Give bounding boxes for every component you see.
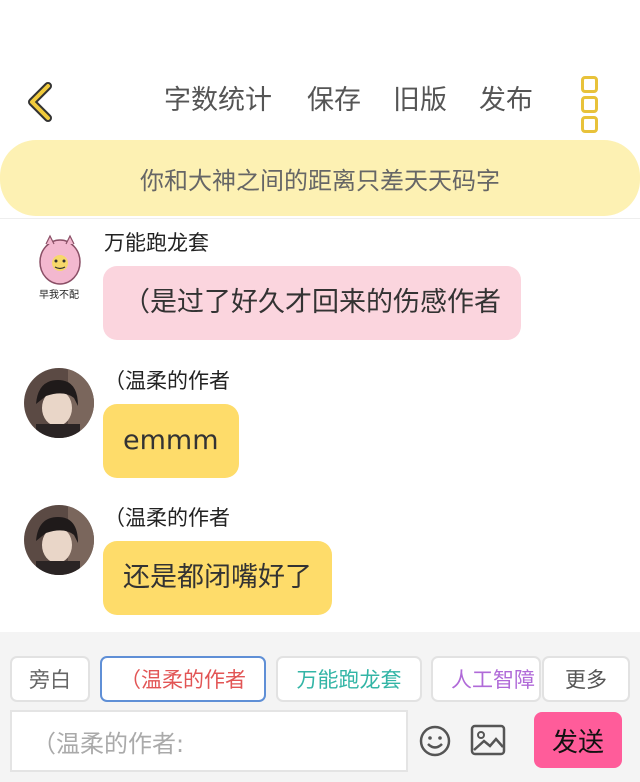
banner-text: 你和大神之间的距离只差天天码字 [140,166,500,195]
composer-panel: 旁白 （温柔的作者 万能跑龙套 人工智障 更多 （温柔的作者: 发送 [0,632,640,782]
save-button[interactable]: 保存 [307,84,361,118]
chevron-left-icon[interactable] [22,80,62,124]
avatar[interactable] [24,368,94,438]
sender-name: （温柔的作者 [104,506,230,530]
portrait-avatar-icon [24,368,94,438]
message-bubble[interactable]: emmm [103,404,239,478]
motivation-banner: 你和大神之间的距离只差天天码字 [0,140,640,216]
more-roles-button[interactable]: 更多 [542,656,630,702]
role-tab-bit-player[interactable]: 万能跑龙套 [276,656,422,702]
avatar[interactable]: 早我不配 [24,232,94,302]
message-input[interactable]: （温柔的作者: [10,710,408,772]
message-bubble[interactable]: （是过了好久才回来的伤感作者 [103,266,521,340]
send-button[interactable]: 发送 [534,712,622,768]
message-bubble[interactable]: 还是都闭嘴好了 [103,541,332,615]
avatar[interactable] [24,505,94,575]
more-options-icon[interactable] [578,76,600,133]
old-version-button[interactable]: 旧版 [393,84,447,118]
publish-button[interactable]: 发布 [479,84,533,118]
image-icon[interactable] [470,724,506,756]
divider [0,218,640,219]
pig-sticker-icon: 早我不配 [39,234,81,301]
sticker-caption: 早我不配 [39,289,79,301]
portrait-avatar-icon [24,505,94,575]
top-bar: 字数统计 保存 旧版 发布 [0,70,640,134]
role-tab-narration[interactable]: 旁白 [10,656,90,702]
role-tab-ai[interactable]: 人工智障 [431,656,541,702]
input-placeholder: （温柔的作者: [32,729,185,758]
role-tab-gentle-author[interactable]: （温柔的作者 [100,656,266,702]
word-count-button[interactable]: 字数统计 [164,84,272,118]
smiley-icon[interactable] [418,724,452,758]
sender-name: 万能跑龙套 [104,231,209,255]
sender-name: （温柔的作者 [104,369,230,393]
